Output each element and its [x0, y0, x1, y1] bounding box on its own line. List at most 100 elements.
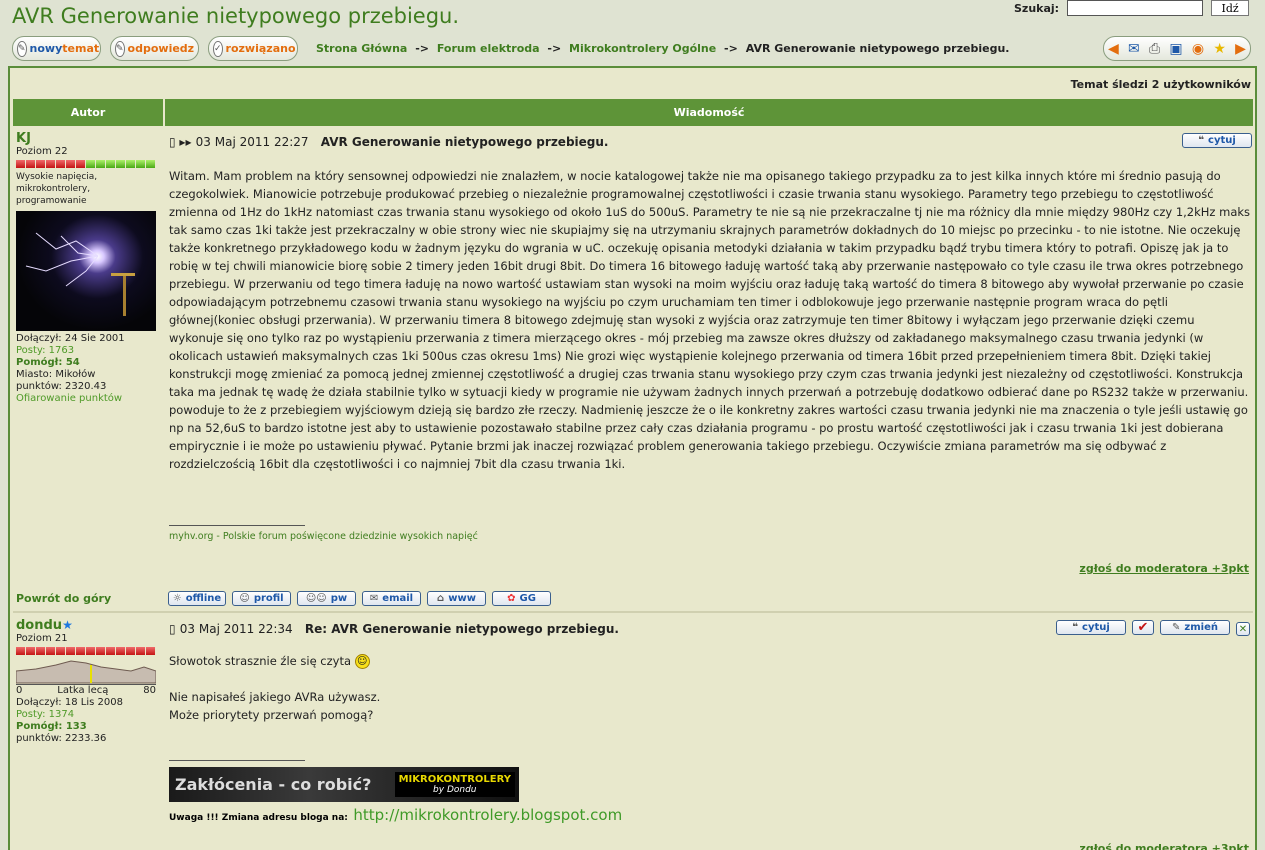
- post1-body: Witam. Mam problem na który sensownej od…: [169, 169, 1251, 471]
- back-to-top-cell: Powrót do góry: [13, 584, 163, 610]
- profile-buttons-row: ☼ offline ☺ profil ☺☺ pw ✉ email ⌂ www ✿ GG: [165, 584, 1253, 610]
- post1-signature[interactable]: myhv.org - Polskie forum poświęcone dzie…: [169, 531, 478, 542]
- post2-date: 03 Maj 2011 22:34: [179, 622, 293, 636]
- post2-accept-button[interactable]: ✔: [1132, 620, 1154, 635]
- check-icon: ✔: [1137, 620, 1149, 635]
- post1-rank: Wysokie napięcia, mikrokontrolery, progr…: [16, 172, 98, 206]
- post2-signature-divider: [169, 760, 305, 761]
- new-topic-button[interactable]: ✎ nowy temat: [12, 36, 101, 61]
- speech-bubble-icon: ❝: [1072, 622, 1079, 633]
- www-button[interactable]: ⌂ www: [427, 591, 486, 606]
- post1-date: 03 Maj 2011 22:27: [195, 135, 309, 149]
- post2-line2: Nie napisałeś jakiego AVRa używasz.: [169, 690, 381, 704]
- watchers-count: Temat śledzi 2 użytkowników: [10, 68, 1255, 98]
- post-icon: ▯ ▸▸: [169, 135, 192, 149]
- post1-header: ▯ ▸▸ 03 Maj 2011 22:27 AVR Generowanie n…: [169, 135, 608, 149]
- post2-blog-note: Uwaga !!! Zmiana adresu bloga na: http:/…: [169, 806, 623, 824]
- post2-author-name[interactable]: dondu: [16, 618, 62, 633]
- post2-author-panel: dondu★ Poziom 21 0 Latka lecą 80 Dołączy…: [13, 614, 163, 850]
- search-label: Szukaj:: [1014, 1, 1060, 15]
- post2-joined: Dołączył: 18 Lis 2008: [16, 697, 123, 708]
- gg-flower-icon: ✿: [507, 593, 516, 604]
- post1-author-panel: KJ Poziom 22 Wysokie napięcia, mikrokont…: [13, 127, 163, 583]
- profile-button[interactable]: ☺ profil: [232, 591, 291, 606]
- speech-bubble-icon: ❝: [1198, 135, 1205, 146]
- users-icon: ☺☺: [305, 593, 327, 604]
- print-icon[interactable]: ⎙: [1149, 42, 1160, 56]
- star-icon: ★: [62, 618, 73, 632]
- close-icon: ✕: [1238, 623, 1248, 635]
- envelope-icon: ✉: [369, 593, 379, 604]
- post2-blog-link[interactable]: http://mikrokontrolery.blogspot.com: [353, 806, 622, 824]
- page-title: AVR Generowanie nietypowego przebiegu.: [12, 4, 460, 28]
- post1-report-link[interactable]: zgłoś do moderatora +3pkt: [1079, 562, 1249, 575]
- edit-icon: ✎: [1172, 622, 1181, 633]
- post1-donate-link[interactable]: Ofiarowanie punktów: [16, 393, 160, 405]
- pencil-icon: ✎: [115, 40, 125, 57]
- post1-joined: Dołączył: 24 Sie 2001: [16, 333, 125, 344]
- post2-line1: Słowotok strasznie źle się czyta ☺: [169, 652, 370, 670]
- check-icon: ✓: [213, 40, 223, 57]
- post1-points: punktów: 2320.43: [16, 381, 107, 392]
- pencil-icon: ✎: [17, 40, 27, 57]
- post1-avatar: [16, 211, 156, 331]
- post2-line3: Może priorytety przerwań pomogą?: [169, 708, 374, 722]
- post2-graph-labels: 0 Latka lecą 80: [16, 685, 156, 696]
- post2-delete-button[interactable]: ✕: [1236, 622, 1250, 636]
- breadcrumb-category-link[interactable]: Mikrokontrolery Ogólne: [569, 42, 716, 55]
- pm-button[interactable]: ☺☺ pw: [297, 591, 356, 606]
- post2-helped: Pomógł: 133: [16, 721, 87, 732]
- post1-subject: AVR Generowanie nietypowego przebiegu.: [320, 135, 609, 149]
- post1-author-name[interactable]: KJ: [16, 131, 160, 146]
- favorite-star-icon[interactable]: ★: [1213, 42, 1226, 56]
- breadcrumb: Strona Główna -> Forum elektroda -> Mikr…: [316, 42, 1010, 55]
- post-icon: ▯: [169, 622, 176, 636]
- post1-signature-divider: [169, 525, 305, 526]
- watch-icon[interactable]: ◉: [1192, 42, 1204, 56]
- breadcrumb-current: AVR Generowanie nietypowego przebiegu.: [745, 42, 1010, 55]
- bulb-icon: ☼: [172, 593, 182, 604]
- next-icon[interactable]: ▶: [1235, 42, 1246, 56]
- post1-message-panel: ▯ ▸▸ 03 Maj 2011 22:27 AVR Generowanie n…: [165, 127, 1253, 583]
- author-column-header: Autor: [13, 99, 163, 126]
- topic-table: Temat śledzi 2 użytkowników Autor Wiadom…: [8, 66, 1257, 850]
- search-bar: Szukaj: Idź: [1014, 0, 1250, 16]
- save-icon[interactable]: ▣: [1169, 42, 1182, 56]
- post2-level-bar: [16, 647, 160, 655]
- post1-level: Poziom 22: [16, 146, 68, 157]
- search-input[interactable]: [1067, 0, 1204, 16]
- offline-status-button[interactable]: ☼ offline: [168, 591, 226, 606]
- post1-helped: Pomógł: 54: [16, 357, 80, 368]
- post2-level: Poziom 21: [16, 633, 68, 644]
- previous-icon[interactable]: ◀: [1108, 42, 1119, 56]
- post2-points: punktów: 2233.36: [16, 733, 107, 744]
- post-separator: [13, 611, 1253, 613]
- solved-button[interactable]: ✓ rozwiązano: [208, 36, 298, 61]
- message-column-header: Wiadomość: [165, 99, 1253, 126]
- home-icon: ⌂: [437, 593, 445, 604]
- post2-edit-button[interactable]: ✎ zmień: [1160, 620, 1230, 635]
- topic-tools: ◀ ✉ ⎙ ▣ ◉ ★ ▶: [1103, 36, 1251, 61]
- back-to-top-link[interactable]: Powrót do góry: [16, 592, 111, 605]
- post2-report-link[interactable]: zgłoś do moderatora +3pkt: [1079, 842, 1249, 850]
- reply-button[interactable]: ✎ odpowiedz: [110, 36, 199, 61]
- email-icon[interactable]: ✉: [1128, 42, 1140, 56]
- post1-quote-button[interactable]: ❝ cytuj: [1182, 133, 1252, 148]
- post2-header: ▯ 03 Maj 2011 22:34 Re: AVR Generowanie …: [169, 622, 619, 636]
- post1-city: Miasto: Mikołów: [16, 369, 96, 380]
- post2-subject: Re: AVR Generowanie nietypowego przebieg…: [304, 622, 619, 636]
- post1-posts[interactable]: Posty: 1763: [16, 345, 160, 357]
- email-button[interactable]: ✉ email: [362, 591, 421, 606]
- breadcrumb-home-link[interactable]: Strona Główna: [316, 42, 407, 55]
- post2-message-panel: ▯ 03 Maj 2011 22:34 Re: AVR Generowanie …: [165, 614, 1253, 850]
- search-button[interactable]: Idź: [1211, 0, 1250, 16]
- post1-level-bar: [16, 160, 160, 168]
- post2-quote-button[interactable]: ❝ cytuj: [1056, 620, 1126, 635]
- post2-age-graph: [16, 657, 156, 685]
- post2-banner[interactable]: Zakłócenia - co robić? MIKROKONTROLERY b…: [169, 767, 519, 802]
- smiley-icon: ☺: [354, 654, 370, 669]
- breadcrumb-forum-link[interactable]: Forum elektroda: [437, 42, 540, 55]
- post2-posts[interactable]: Posty: 1374: [16, 709, 160, 721]
- gg-button[interactable]: ✿ GG: [492, 591, 551, 606]
- user-icon: ☺: [239, 593, 250, 604]
